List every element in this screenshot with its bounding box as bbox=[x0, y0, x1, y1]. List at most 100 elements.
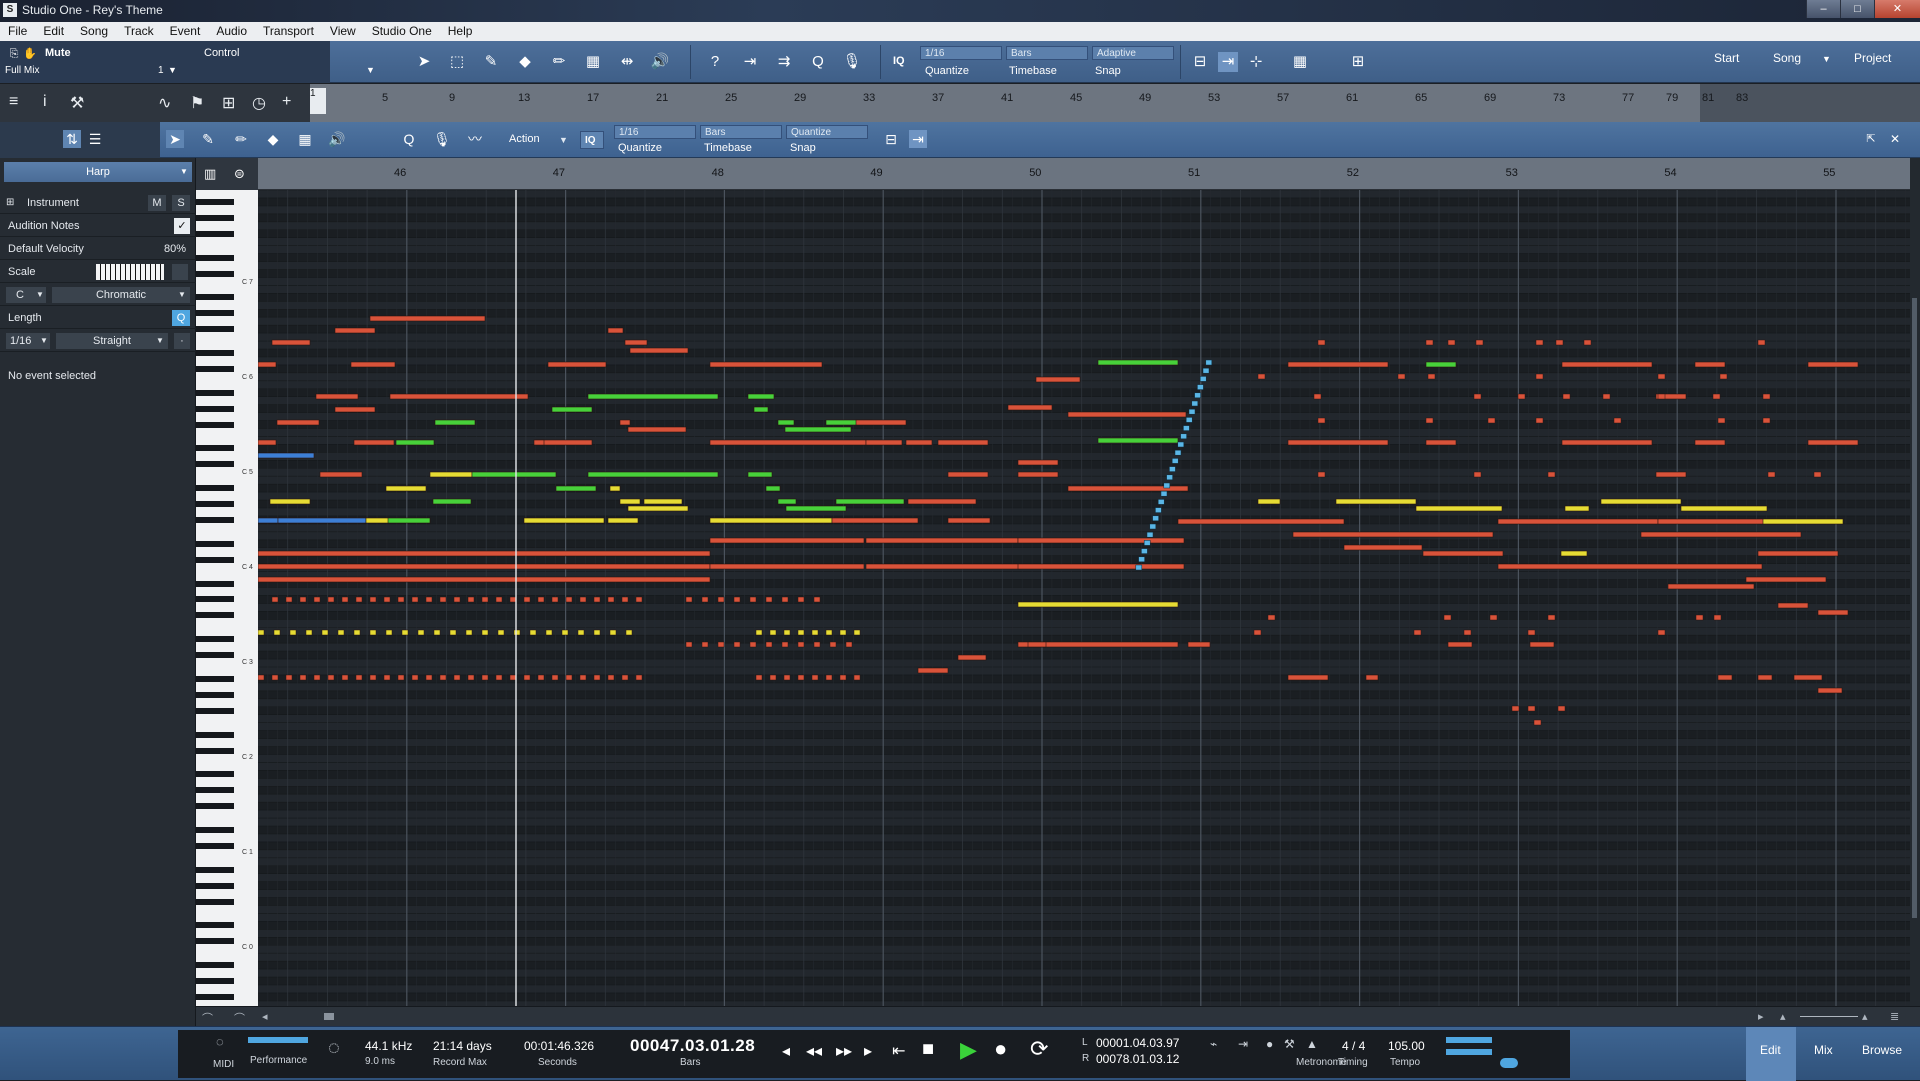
midi-note-short[interactable] bbox=[853, 629, 861, 636]
midi-note[interactable] bbox=[334, 327, 376, 334]
midi-note-short[interactable] bbox=[411, 596, 419, 603]
automation-icon[interactable]: ∿ bbox=[158, 93, 171, 113]
mute-toggle[interactable]: M bbox=[148, 195, 166, 211]
midi-note-short[interactable] bbox=[797, 629, 805, 636]
midi-note-short[interactable] bbox=[1413, 629, 1422, 636]
midi-note[interactable] bbox=[709, 361, 823, 368]
black-key[interactable] bbox=[196, 350, 234, 356]
marker-icon[interactable]: ⚑ bbox=[190, 93, 204, 113]
midi-note-short[interactable] bbox=[717, 641, 725, 648]
midi-note[interactable] bbox=[1807, 361, 1859, 368]
arrange-timeline[interactable]: 1 5 9 13 17 21 25 29 33 37 41 45 49 53 57 61 65 69 73 77 79… bbox=[310, 84, 1920, 122]
midi-note-short[interactable] bbox=[1527, 705, 1536, 712]
bend-tool-icon[interactable]: ⇹ bbox=[617, 52, 637, 72]
midi-note[interactable] bbox=[607, 517, 639, 524]
editor-snap-grid-icon[interactable]: ⇥ bbox=[909, 130, 927, 148]
midi-note[interactable] bbox=[709, 517, 833, 524]
midi-note[interactable] bbox=[1600, 498, 1682, 505]
selected-midi-note[interactable] bbox=[1163, 482, 1171, 489]
scale-keyboard-icon[interactable] bbox=[96, 264, 164, 280]
midi-note[interactable] bbox=[587, 471, 719, 478]
midi-note[interactable] bbox=[1757, 550, 1839, 557]
grid-view-icon[interactable]: ▦ bbox=[1290, 52, 1310, 72]
midi-note-short[interactable] bbox=[417, 629, 425, 636]
midi-note[interactable] bbox=[1257, 498, 1281, 505]
midi-note-short[interactable] bbox=[1317, 417, 1326, 424]
midi-note[interactable] bbox=[1561, 361, 1653, 368]
black-key[interactable] bbox=[196, 922, 234, 929]
midi-note-short[interactable] bbox=[1511, 705, 1520, 712]
midi-note-short[interactable] bbox=[1317, 339, 1326, 346]
midi-note[interactable] bbox=[258, 563, 711, 570]
midi-note-short[interactable] bbox=[765, 641, 773, 648]
midi-note[interactable] bbox=[1680, 505, 1768, 512]
midi-note[interactable] bbox=[1694, 361, 1726, 368]
midi-note-short[interactable] bbox=[1425, 339, 1434, 346]
editor-wave-icon[interactable]: 〰 bbox=[466, 130, 484, 148]
midi-note[interactable] bbox=[643, 498, 683, 505]
zoom-slider[interactable] bbox=[1800, 1016, 1858, 1017]
sort-icon[interactable]: ⇅ bbox=[63, 130, 81, 148]
midi-note[interactable] bbox=[258, 361, 277, 368]
scroll-left-icon[interactable]: ◂ bbox=[262, 1010, 268, 1023]
selected-midi-note[interactable] bbox=[1135, 564, 1143, 571]
midi-note[interactable] bbox=[1640, 531, 1802, 538]
midi-note-short[interactable] bbox=[593, 596, 601, 603]
midi-note-short[interactable] bbox=[1813, 471, 1822, 478]
stop-icon[interactable]: ■ bbox=[922, 1038, 934, 1061]
midi-note-short[interactable] bbox=[341, 596, 349, 603]
midi-note-short[interactable] bbox=[1717, 417, 1726, 424]
editor-quantize-select[interactable]: 1/16 bbox=[614, 125, 696, 139]
midi-note-short[interactable] bbox=[1527, 629, 1536, 636]
midi-note[interactable] bbox=[1007, 404, 1053, 411]
midi-note-short[interactable] bbox=[551, 596, 559, 603]
midi-note[interactable] bbox=[1292, 531, 1494, 538]
black-key[interactable] bbox=[196, 445, 234, 452]
add-track-icon[interactable]: + bbox=[282, 93, 291, 111]
midi-note-short[interactable] bbox=[565, 674, 573, 681]
midi-note[interactable] bbox=[1762, 518, 1844, 525]
midi-note[interactable] bbox=[905, 439, 933, 446]
selected-midi-note[interactable] bbox=[1188, 408, 1196, 415]
midi-note-short[interactable] bbox=[1757, 339, 1766, 346]
midi-note-short[interactable] bbox=[825, 674, 833, 681]
keyboard-view-icon[interactable]: ▥ bbox=[204, 166, 216, 182]
midi-note-short[interactable] bbox=[1317, 471, 1326, 478]
midi-note-short[interactable] bbox=[1443, 614, 1452, 621]
midi-note-short[interactable] bbox=[327, 674, 335, 681]
midi-note-short[interactable] bbox=[1657, 629, 1666, 636]
midi-note-short[interactable] bbox=[797, 674, 805, 681]
midi-note-short[interactable] bbox=[1602, 393, 1611, 400]
midi-note-short[interactable] bbox=[1695, 614, 1704, 621]
menu-audio[interactable]: Audio bbox=[208, 22, 255, 41]
selected-midi-note[interactable] bbox=[1160, 490, 1168, 497]
split-tool-icon[interactable]: ✎ bbox=[481, 52, 501, 72]
midi-note-short[interactable] bbox=[383, 596, 391, 603]
midi-note[interactable] bbox=[387, 517, 431, 524]
midi-note-short[interactable] bbox=[1762, 393, 1771, 400]
midi-note-short[interactable] bbox=[299, 596, 307, 603]
solo-toggle[interactable]: S bbox=[172, 195, 190, 211]
midi-note-short[interactable] bbox=[733, 641, 741, 648]
midi-note-short[interactable] bbox=[481, 596, 489, 603]
menu-studio-one[interactable]: Studio One bbox=[364, 22, 440, 41]
list-view-icon[interactable]: ☰ bbox=[86, 130, 104, 148]
timebase-select[interactable]: Bars bbox=[1006, 46, 1088, 60]
midi-note[interactable] bbox=[1335, 498, 1417, 505]
midi-note-short[interactable] bbox=[765, 596, 773, 603]
editor-arrow-tool-icon[interactable]: ➤ bbox=[166, 130, 184, 148]
midi-note-short[interactable] bbox=[1562, 393, 1571, 400]
midi-note-short[interactable] bbox=[1719, 373, 1728, 380]
midi-note[interactable] bbox=[389, 393, 529, 400]
midi-note[interactable] bbox=[831, 517, 919, 524]
midi-note-short[interactable] bbox=[258, 629, 265, 636]
midi-note-short[interactable] bbox=[685, 596, 693, 603]
help-icon[interactable]: ? bbox=[705, 52, 725, 72]
midi-note[interactable] bbox=[627, 426, 687, 433]
midi-note-short[interactable] bbox=[383, 674, 391, 681]
selected-midi-note[interactable] bbox=[1183, 425, 1190, 431]
midi-note[interactable] bbox=[1657, 518, 1779, 525]
midi-note-short[interactable] bbox=[271, 596, 279, 603]
paint-tool-icon[interactable]: ✏ bbox=[549, 52, 569, 72]
midi-note-short[interactable] bbox=[621, 674, 629, 681]
